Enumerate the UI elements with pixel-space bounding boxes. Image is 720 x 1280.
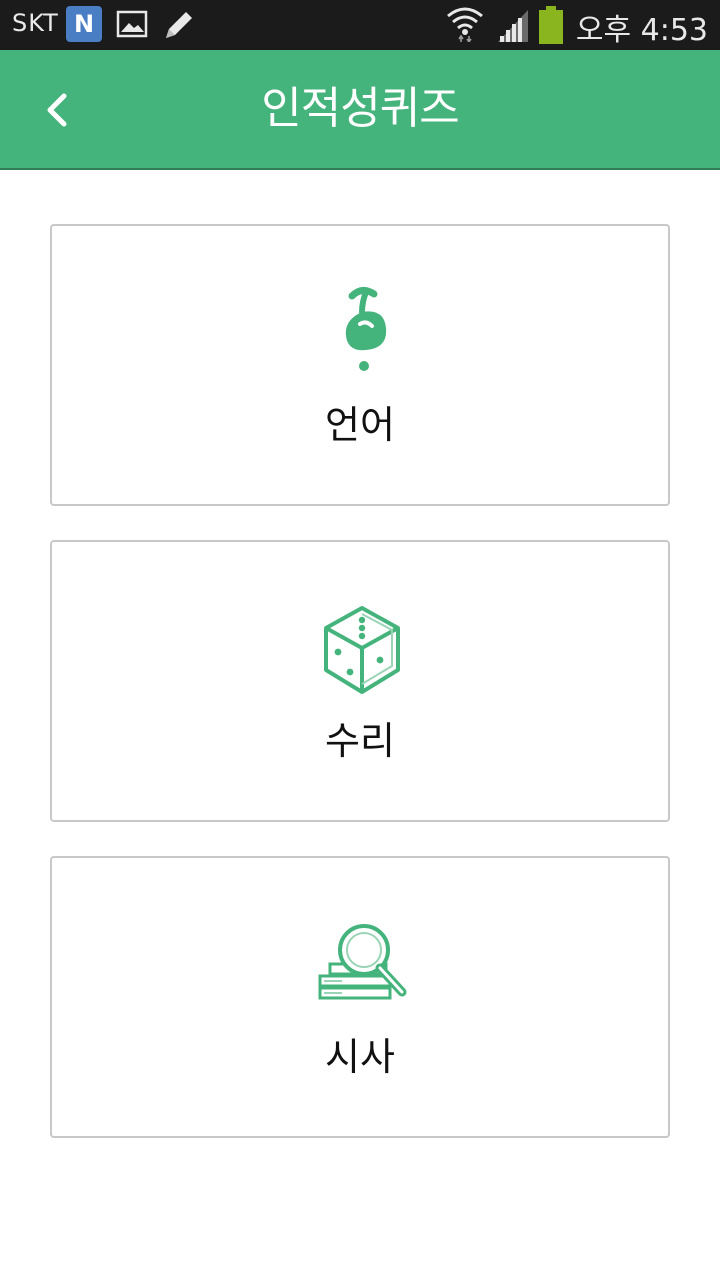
status-bar: SKT N 오후 4:53 (0, 0, 720, 50)
category-card-current-affairs[interactable]: 시사 (50, 856, 670, 1138)
language-icon (302, 280, 422, 380)
category-card-math[interactable]: 수리 (50, 540, 670, 822)
clock-time: 오후 4:53 (575, 13, 708, 48)
carrier-label: SKT (12, 9, 59, 37)
category-label: 언어 (325, 403, 395, 447)
magnifier-books-icon (302, 912, 422, 1012)
wifi-icon (446, 6, 484, 46)
signal-icon (496, 8, 530, 46)
page-title: 인적성퀴즈 (261, 83, 459, 134)
gallery-icon (116, 10, 148, 42)
app-bar: 인적성퀴즈 (0, 50, 720, 170)
battery-icon (538, 6, 564, 48)
pencil-icon (162, 8, 196, 46)
category-label: 수리 (325, 719, 395, 763)
category-card-language[interactable]: 언어 (50, 224, 670, 506)
n-app-icon: N (66, 6, 102, 42)
category-label: 시사 (325, 1035, 395, 1079)
dice-icon (302, 596, 422, 696)
